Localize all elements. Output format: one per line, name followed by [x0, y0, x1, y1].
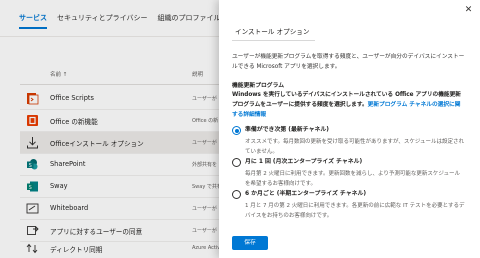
install-options-panel: ✕ インストール オプション ユーザーが機能更新プログラムを取得する頻度と、ユー…: [219, 0, 480, 258]
option-description: 1 月と 7 月の第 2 火曜日に利用できます。各更新の前に広範な IT テスト…: [245, 203, 465, 219]
radio-button[interactable]: [232, 126, 241, 135]
option-label: 6 か月ごと (半期エンタープライズ チャネル): [245, 191, 367, 197]
option-description: 毎月第 2 火曜日に利用できます。更新回数を減らし、より予測可能な更新スケジュー…: [245, 171, 460, 187]
radio-button[interactable]: [232, 158, 241, 167]
title-divider: [232, 40, 315, 41]
section-title: 機能更新プログラム: [232, 83, 284, 89]
section-text: Windows を実行しているデイバスにインストールされている Office ア…: [232, 90, 466, 120]
panel-title: インストール オプション: [235, 28, 310, 36]
panel-intro: ユーザーが機能更新プログラムを取得する頻度と、ユーザーが自分のデイバスにインスト…: [232, 54, 465, 70]
close-icon[interactable]: ✕: [463, 5, 474, 16]
radio-button[interactable]: [232, 190, 241, 199]
save-button[interactable]: 保存: [232, 236, 268, 250]
option-description: オススメです。毎月数回の更新を受け取る可能性がありますが、スケジュールは設定され…: [245, 139, 464, 155]
option-label: 月に 1 回 (月次エンタープライズ チャネル): [245, 159, 363, 165]
option-label: 準備ができ次第 (最新チャネル): [245, 127, 329, 133]
